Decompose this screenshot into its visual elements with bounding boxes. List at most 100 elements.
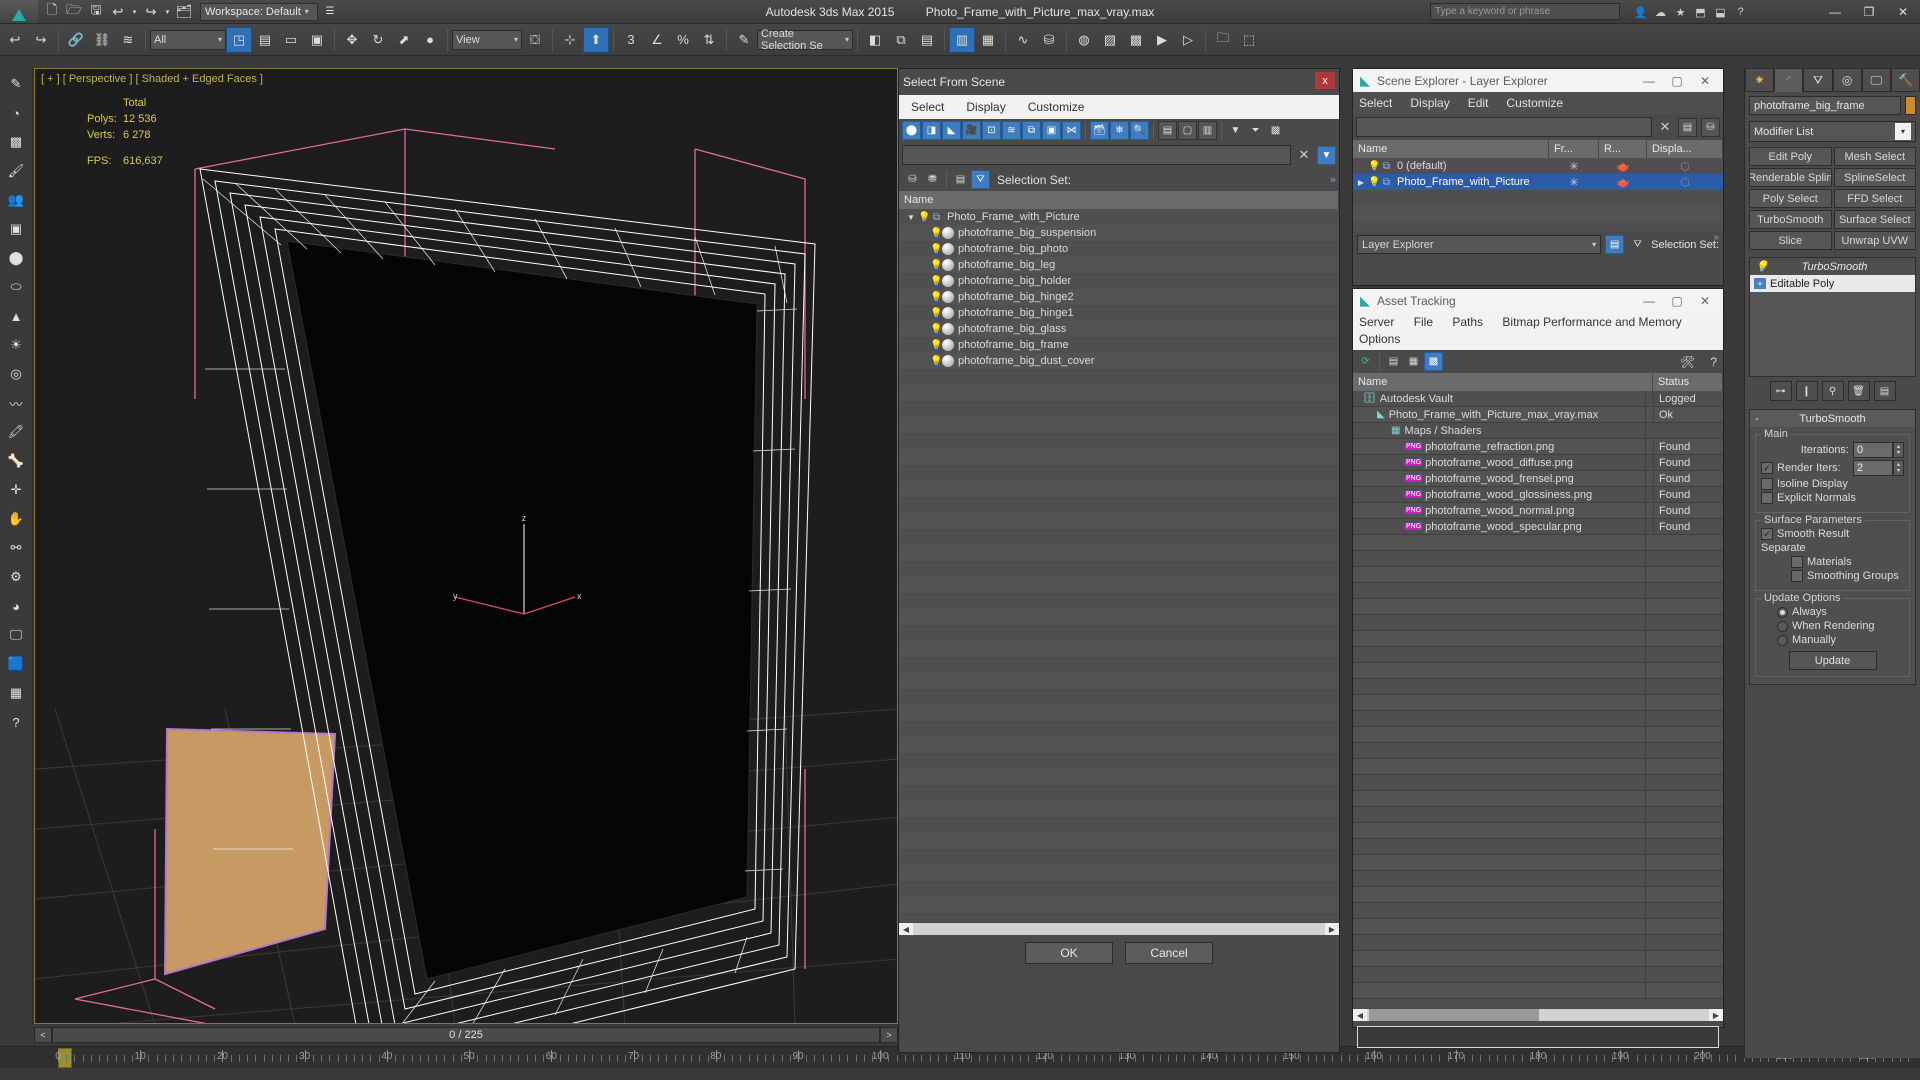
toggle-layer-explorer-icon[interactable]: ▦ (975, 27, 1001, 53)
grid-snap-icon[interactable]: ▦ (3, 680, 29, 706)
redo-icon[interactable]: ↪ (141, 2, 161, 22)
table-row[interactable]: 💡 ⧉ 0 (default) ✳ 🫖 ⬡ (1353, 158, 1723, 174)
expand-icon[interactable]: + (1754, 278, 1766, 289)
manually-radio[interactable] (1777, 634, 1788, 646)
modifier-button-mesh-select[interactable]: Mesh Select (1833, 147, 1916, 166)
box-primitive-icon[interactable]: ▣ (3, 216, 29, 242)
freeform-tools-icon[interactable]: ◔ (3, 100, 29, 126)
expand-icon[interactable]: ▼ (907, 213, 919, 222)
open-file-icon[interactable]: 🗁 (64, 2, 84, 22)
undo-icon[interactable]: ↩ (108, 2, 128, 22)
modifier-button-surface-select[interactable]: Surface Select (1833, 210, 1916, 229)
filter-geometry-icon[interactable]: ⬤ (902, 121, 921, 140)
spinner-arrows-icon[interactable]: ▴ ▾ (1893, 460, 1904, 476)
light-bulb-icon[interactable]: 💡 (930, 355, 942, 367)
smoothing-groups-checkbox[interactable] (1791, 570, 1803, 582)
new-layer-icon[interactable]: ▤ (1678, 117, 1697, 137)
freeze-icon[interactable]: ✳ (1549, 160, 1599, 173)
utilities-tab[interactable]: 🔨 (1890, 68, 1920, 92)
filter-frozen-icon[interactable]: ❄ (1110, 121, 1129, 140)
iterations-input[interactable] (1853, 442, 1893, 458)
filter-containers-icon[interactable]: 🗃 (1090, 121, 1109, 140)
expand-icon[interactable]: ▶ (1353, 178, 1369, 187)
modify-tab[interactable]: ◜ (1774, 68, 1804, 92)
delete-layer-icon[interactable]: ⛁ (1701, 117, 1720, 137)
render-production-icon[interactable]: ▶ (1149, 27, 1175, 53)
menu-select[interactable]: Select (1359, 96, 1392, 110)
search-input[interactable] (1356, 117, 1652, 137)
unlink-selection-icon[interactable]: ⛓ (89, 27, 115, 53)
table-row[interactable]: PNG photoframe_wood_normal.png Found (1353, 502, 1723, 519)
horizontal-scrollbar[interactable]: ◀ ▶ (1353, 1008, 1723, 1022)
star-icon[interactable]: ★ (1671, 3, 1690, 21)
light-bulb-icon[interactable]: 💡 (918, 211, 930, 223)
select-from-scene-tree[interactable]: ▼ 💡 ⧉ Photo_Frame_with_Picture 💡 photoframe_b… (899, 209, 1339, 922)
table-row[interactable]: 💡 photoframe_big_photo (899, 241, 1339, 257)
edit-named-selection-sets-icon[interactable]: ✎ (731, 27, 757, 53)
asset-tracking-list[interactable]: 🗄 Autodesk Vault Logged ◣ Photo_Frame_with_P… (1353, 391, 1723, 1008)
material-editor-icon[interactable]: ◍ (1071, 27, 1097, 53)
scroll-track[interactable] (913, 923, 1325, 935)
help-icon[interactable]: ? (1710, 355, 1717, 369)
table-row[interactable]: 💡 photoframe_big_hinge1 (899, 305, 1339, 321)
advanced-filter-icon[interactable]: ⏷ (1246, 121, 1265, 140)
spline-icon[interactable]: 〰 (3, 390, 29, 416)
rollup-header[interactable]: - TurboSmooth (1750, 410, 1915, 427)
select-and-scale-icon[interactable]: ⬈ (391, 27, 417, 53)
asset-tracking-panel[interactable]: ◣ Asset Tracking — ▢ ✕ Server File Paths… (1352, 288, 1724, 1048)
display-flat-icon[interactable]: ▢ (1178, 121, 1197, 140)
iterations-spinner[interactable]: ▴▾ (1853, 442, 1904, 458)
table-row[interactable]: 💡 photoframe_big_suspension (899, 225, 1339, 241)
show-end-result-icon[interactable]: ❙ (1795, 381, 1818, 401)
modifier-button-turbosmooth[interactable]: TurboSmooth (1749, 210, 1832, 229)
undo-dropdown-icon[interactable]: ▾ (130, 2, 139, 22)
menu-select[interactable]: Select (911, 100, 944, 114)
menu-display[interactable]: Display (966, 100, 1005, 114)
minimize-button[interactable]: — (1635, 290, 1663, 312)
table-row[interactable]: PNG photoframe_wood_diffuse.png Found (1353, 454, 1723, 471)
help-settings-icon[interactable]: 🛠 (1680, 355, 1695, 369)
table-row[interactable]: ▶ 💡 ⧉ Photo_Frame_with_Picture ✳ 🫖 ⬡ (1353, 174, 1723, 190)
hierarchy-tab[interactable]: ⛛ (1803, 68, 1833, 92)
spinner-arrows-icon[interactable]: ▴ ▾ (1893, 442, 1904, 458)
menu-paths[interactable]: Paths (1452, 315, 1483, 329)
clear-search-icon[interactable]: ✕ (1295, 147, 1313, 163)
overflow-icon[interactable]: » (1713, 232, 1719, 243)
prev-frame-button[interactable]: < (34, 1027, 52, 1043)
menu-display[interactable]: Display (1410, 96, 1449, 110)
table-row[interactable]: 💡 photoframe_big_frame (899, 337, 1339, 353)
menu-bitmap-performance[interactable]: Bitmap Performance and Memory (1502, 315, 1681, 329)
clear-search-icon[interactable]: ✕ (1656, 119, 1674, 135)
modifier-button-edit-poly[interactable]: Edit Poly (1749, 147, 1832, 166)
redo-scene-icon[interactable]: ↪ (28, 27, 54, 53)
menu-customize[interactable]: Customize (1028, 100, 1085, 114)
create-tab[interactable]: ✷ (1745, 68, 1775, 92)
render-setup-icon[interactable]: ▨ (1097, 27, 1123, 53)
table-row[interactable]: 🗄 Autodesk Vault Logged (1353, 391, 1723, 407)
torus-primitive-icon[interactable]: ◎ (3, 361, 29, 387)
modifier-list-combo[interactable]: Modifier List ▾ (1749, 121, 1916, 142)
light-bulb-icon[interactable]: 💡 (1368, 160, 1380, 172)
close-icon[interactable]: x (1315, 72, 1335, 89)
viewport-config-icon[interactable]: 🖵 (3, 622, 29, 648)
rendered-frame-window-icon[interactable]: ▩ (1123, 27, 1149, 53)
minimize-button[interactable]: — (1818, 0, 1852, 24)
align-icon[interactable]: ⧉ (888, 27, 914, 53)
light-bulb-icon[interactable]: 💡 (930, 227, 942, 239)
select-and-link-icon[interactable]: 🔗 (63, 27, 89, 53)
grid-view-icon[interactable]: ▩ (1424, 352, 1443, 371)
object-color-swatch[interactable] (1905, 96, 1916, 115)
display-icon[interactable]: ⬡ (1647, 176, 1723, 189)
filter-hidden-icon[interactable]: 🔍 (1130, 121, 1149, 140)
light-bulb-icon[interactable]: 💡 (930, 275, 942, 287)
table-row[interactable]: PNG photoframe_wood_glossiness.png Found (1353, 486, 1723, 503)
search-input[interactable]: Type a keyword or phrase (1430, 3, 1620, 20)
scroll-thumb[interactable] (1369, 1009, 1539, 1021)
network-icon[interactable]: ⬓ (1711, 3, 1730, 21)
horizontal-scrollbar[interactable]: ◀ ▶ (899, 922, 1339, 936)
filter-cameras-icon[interactable]: 🎥 (962, 121, 981, 140)
cancel-button[interactable]: Cancel (1125, 942, 1213, 964)
bones-icon[interactable]: 🦴 (3, 448, 29, 474)
menu-edit[interactable]: Edit (1468, 96, 1489, 110)
help-icon[interactable]: ? (1731, 3, 1750, 21)
